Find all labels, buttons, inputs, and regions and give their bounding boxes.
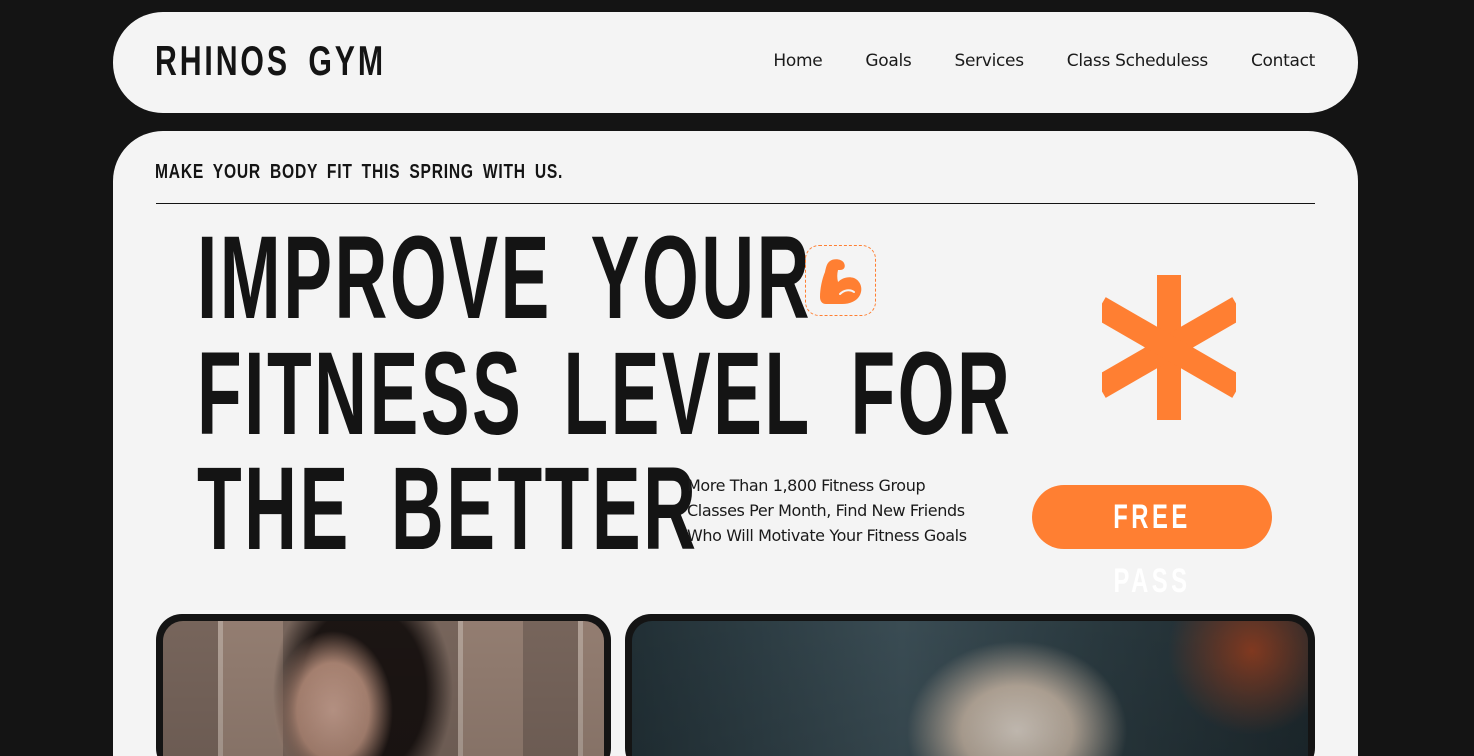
photo-overlay bbox=[163, 621, 604, 756]
nav-item-goals[interactable]: Goals bbox=[865, 50, 911, 72]
woman-training-photo bbox=[163, 621, 604, 756]
headline-line-3: THE BETTER bbox=[197, 443, 699, 575]
muscle-badge bbox=[805, 245, 876, 316]
gallery-card-1[interactable] bbox=[156, 614, 611, 756]
headline-line-1: IMPROVE YOUR bbox=[197, 212, 812, 344]
hero-subtext-line-1: More Than 1,800 Fitness Group bbox=[687, 476, 926, 495]
hero-tagline: MAKE YOUR BODY FIT THIS SPRING WITH US. bbox=[155, 161, 564, 183]
gallery-card-2[interactable] bbox=[625, 614, 1315, 756]
hero-subtext-line-3: Who Will Motivate Your Fitness Goals bbox=[687, 526, 967, 545]
hero-subtext: More Than 1,800 Fitness Group Classes Pe… bbox=[687, 473, 987, 548]
brand-logo[interactable]: RHINOS GYM bbox=[155, 36, 386, 86]
main-nav: Home Goals Services Class Scheduless Con… bbox=[773, 50, 1315, 72]
hero-section: MAKE YOUR BODY FIT THIS SPRING WITH US. … bbox=[113, 131, 1358, 756]
divider bbox=[156, 203, 1315, 204]
hero-subtext-line-2: Classes Per Month, Find New Friends bbox=[687, 501, 965, 520]
free-pass-button-label: FREE PASS bbox=[1113, 498, 1191, 600]
nav-item-services[interactable]: Services bbox=[954, 50, 1024, 72]
headline-line-2: FITNESS LEVEL FOR bbox=[197, 328, 1013, 460]
navbar: RHINOS GYM Home Goals Services Class Sch… bbox=[113, 12, 1358, 113]
photo-overlay bbox=[632, 621, 1308, 756]
free-pass-button[interactable]: FREE PASS bbox=[1032, 485, 1272, 600]
asterisk-icon bbox=[1102, 275, 1236, 420]
flexed-bicep-icon bbox=[820, 259, 862, 304]
nav-item-home[interactable]: Home bbox=[773, 50, 822, 72]
nav-item-contact[interactable]: Contact bbox=[1251, 50, 1315, 72]
nav-item-class-schedules[interactable]: Class Scheduless bbox=[1067, 50, 1208, 72]
woman-workout-photo bbox=[632, 621, 1308, 756]
page: RHINOS GYM Home Goals Services Class Sch… bbox=[0, 0, 1474, 756]
